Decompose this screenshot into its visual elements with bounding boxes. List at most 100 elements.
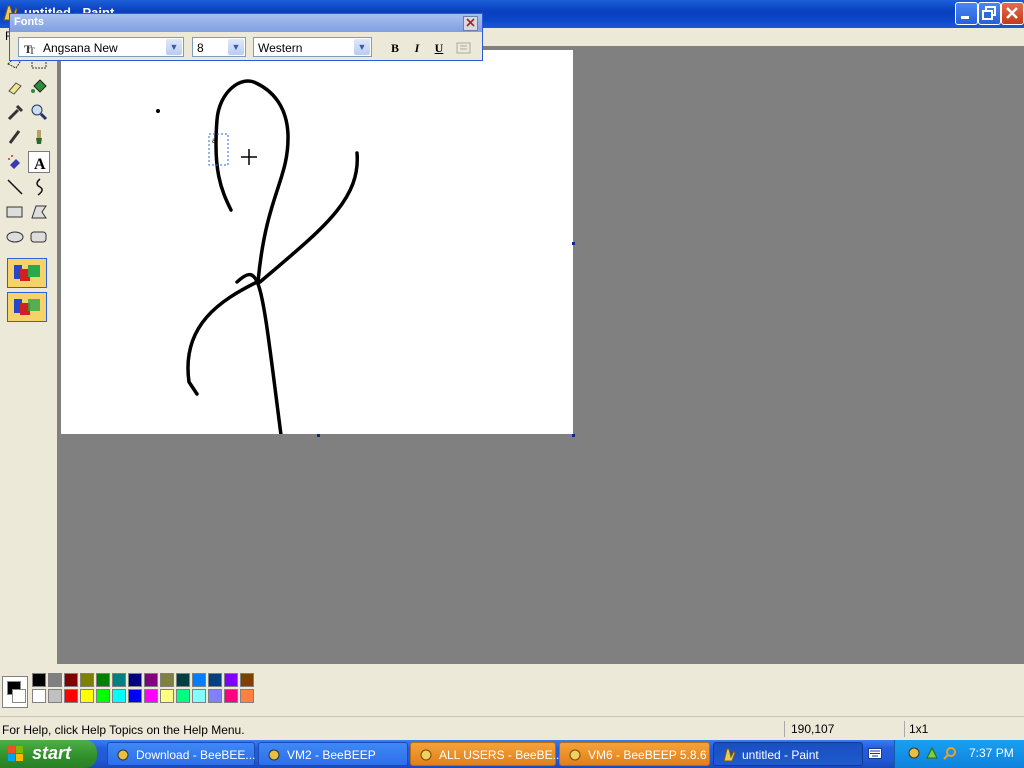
minimize-button[interactable] <box>955 2 978 25</box>
palette-swatch[interactable] <box>208 673 222 687</box>
taskbar-item-label: untitled - Paint <box>742 748 819 762</box>
paint-app-icon <box>723 748 736 762</box>
ellipse-icon <box>6 231 24 243</box>
leg-stroke <box>186 280 259 396</box>
taskbar-item-label: VM6 - BeeBEEP 5.8.6 <box>588 748 707 762</box>
taskbar-item-download-beebeep[interactable]: Download - BeeBEE... <box>107 742 255 766</box>
restore-icon <box>982 6 996 20</box>
canvas-resize-handle-right[interactable] <box>572 242 575 245</box>
palette-swatch[interactable] <box>64 689 78 703</box>
truetype-icon: T T <box>24 42 35 55</box>
taskbar-item-label: VM2 - BeeBEEP <box>287 748 376 762</box>
font-name-combo[interactable]: T T Angsana New ▼ <box>18 37 184 57</box>
search-tray-icon[interactable] <box>943 746 957 760</box>
text-tool[interactable]: A <box>28 151 50 173</box>
background-color <box>12 689 26 703</box>
palette-swatch[interactable] <box>32 689 46 703</box>
close-button[interactable] <box>1001 2 1024 25</box>
taskbar-item-untitled-paint[interactable]: untitled - Paint <box>713 742 863 766</box>
font-size-value: 8 <box>197 41 204 55</box>
palette-swatch[interactable] <box>80 689 94 703</box>
eraser-tool[interactable] <box>4 76 26 98</box>
restore-button[interactable] <box>978 2 1001 25</box>
palette-swatch[interactable] <box>112 673 126 687</box>
palette-swatch[interactable] <box>208 689 222 703</box>
line-tool[interactable] <box>4 176 26 198</box>
fonts-close-button[interactable] <box>463 16 478 31</box>
fonts-toolbar: Fonts T T Angsana New ▼ 8 ▼ Western ▼ B … <box>9 13 483 61</box>
start-button[interactable]: start <box>0 740 97 768</box>
current-colors-box <box>2 676 28 708</box>
taskbar-item-vm2-beebeep[interactable]: VM2 - BeeBEEP <box>258 742 408 766</box>
font-script-combo[interactable]: Western ▼ <box>253 37 372 57</box>
drawing-canvas[interactable]: a <box>61 50 573 434</box>
palette-swatch[interactable] <box>144 689 158 703</box>
beebeep-icon <box>420 749 432 761</box>
palette-swatch[interactable] <box>128 673 142 687</box>
status-bar: For Help, click Help Topics on the Help … <box>0 716 1024 741</box>
palette-swatch[interactable] <box>176 689 190 703</box>
svg-text:A: A <box>34 156 46 173</box>
palette-swatch[interactable] <box>32 673 46 687</box>
eraser-icon <box>8 82 22 95</box>
eyedropper-icon <box>7 104 24 121</box>
palette-swatch[interactable] <box>112 689 126 703</box>
close-icon <box>1006 7 1018 19</box>
palette-swatch[interactable] <box>64 673 78 687</box>
dot-mark <box>156 109 160 113</box>
palette-swatch[interactable] <box>240 689 254 703</box>
curve-tool[interactable] <box>28 176 50 198</box>
font-size-combo[interactable]: 8 ▼ <box>192 37 246 57</box>
palette-swatch[interactable] <box>192 673 206 687</box>
palette-swatch[interactable] <box>240 673 254 687</box>
chevron-down-icon[interactable]: ▼ <box>354 39 370 55</box>
canvas-resize-handle-bottom[interactable] <box>317 434 320 437</box>
palette-swatch[interactable] <box>48 673 62 687</box>
italic-button[interactable]: I <box>408 39 426 57</box>
palette-swatch[interactable] <box>96 689 110 703</box>
palette-swatch[interactable] <box>144 673 158 687</box>
palette-swatch[interactable] <box>176 673 190 687</box>
palette-swatch[interactable] <box>224 673 238 687</box>
palette-swatch[interactable] <box>80 673 94 687</box>
chevron-down-icon[interactable]: ▼ <box>228 39 244 55</box>
canvas-resize-handle-corner[interactable] <box>572 434 575 437</box>
bold-button[interactable]: B <box>386 39 404 57</box>
underline-button[interactable]: U <box>430 39 448 57</box>
vertical-text-icon[interactable] <box>456 41 472 55</box>
transparent-background-option[interactable] <box>7 292 47 322</box>
taskbar: start Download - BeeBEE... VM2 - BeeBEEP… <box>0 740 1024 768</box>
beebeep-icon <box>268 749 280 761</box>
palette-swatch[interactable] <box>48 689 62 703</box>
fill-tool[interactable] <box>28 76 50 98</box>
palette-swatch[interactable] <box>160 689 174 703</box>
palette-swatch[interactable] <box>160 673 174 687</box>
pick-color-tool[interactable] <box>4 101 26 123</box>
magnifier-tool[interactable] <box>28 101 50 123</box>
ellipse-tool[interactable] <box>4 226 26 248</box>
taskbar-item-vm6-beebeep[interactable]: VM6 - BeeBEEP 5.8.6 <box>559 742 710 766</box>
palette-swatch[interactable] <box>224 689 238 703</box>
network-tray-icon[interactable] <box>925 746 939 760</box>
pencil-icon <box>8 130 21 144</box>
airbrush-icon <box>8 155 20 169</box>
chevron-down-icon[interactable]: ▼ <box>166 39 182 55</box>
rectangle-tool[interactable] <box>4 201 26 223</box>
beebeep-tray-icon[interactable] <box>907 746 921 760</box>
fonts-toolbar-title: Fonts <box>14 16 44 28</box>
palette-swatch[interactable] <box>96 673 110 687</box>
brush-tool[interactable] <box>28 126 50 148</box>
start-label: start <box>32 743 72 763</box>
opaque-background-option[interactable] <box>7 258 47 288</box>
status-cursor-coords: 190,107 <box>784 721 911 737</box>
keyboard-language-icon[interactable] <box>868 748 882 759</box>
pencil-tool[interactable] <box>4 126 26 148</box>
polygon-tool[interactable] <box>28 201 50 223</box>
palette-swatch[interactable] <box>192 689 206 703</box>
taskbar-item-all-users-beebeep[interactable]: ALL USERS - BeeBE... <box>410 742 563 766</box>
rounded-rectangle-tool[interactable] <box>28 226 50 248</box>
airbrush-tool[interactable] <box>4 151 26 173</box>
font-name-value: Angsana New <box>43 41 118 55</box>
palette-swatch[interactable] <box>128 689 142 703</box>
fonts-toolbar-title-bar[interactable]: Fonts <box>10 14 482 32</box>
